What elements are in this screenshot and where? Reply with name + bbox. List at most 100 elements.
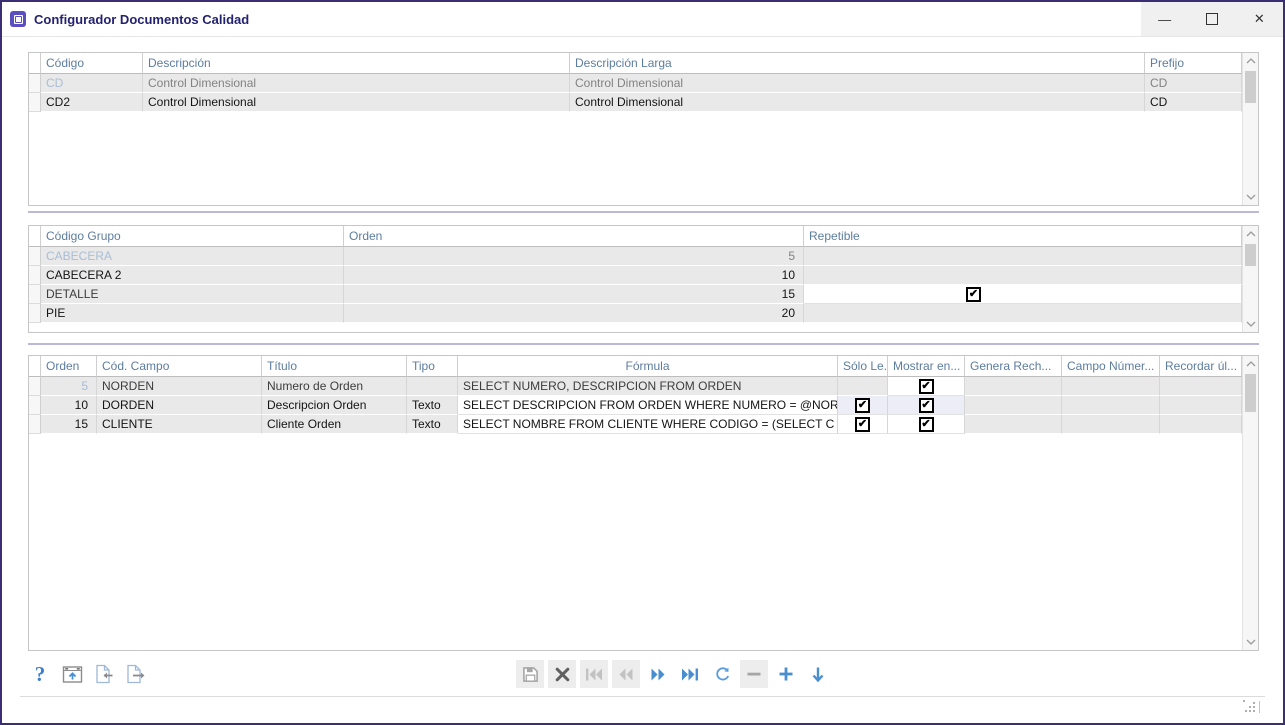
resize-grip[interactable] [1243,700,1257,714]
record-selector[interactable] [29,93,41,112]
cell-titulo[interactable]: Descripcion Orden [262,396,407,415]
cell-formula[interactable]: SELECT NUMERO, DESCRIPCION FROM ORDEN [458,377,838,396]
refresh-button[interactable] [708,660,736,688]
cell-recordar-ultimo[interactable] [1160,377,1242,396]
table-row[interactable]: 15 CLIENTE Cliente Orden Texto SELECT NO… [29,415,1242,434]
save-button[interactable] [516,660,544,688]
table-row[interactable]: CD Control Dimensional Control Dimension… [29,74,1242,93]
checkbox[interactable] [855,398,870,413]
close-button[interactable]: ✕ [1236,2,1283,36]
cell-formula[interactable]: SELECT NOMBRE FROM CLIENTE WHERE CODIGO … [458,415,838,434]
cell-orden[interactable]: 10 [344,266,804,285]
cell-campo-numero[interactable] [1062,396,1160,415]
column-header-prefijo[interactable]: Prefijo [1145,53,1242,74]
vertical-scrollbar[interactable] [1242,226,1258,332]
cell-codigo-grupo[interactable]: DETALLE [41,285,344,304]
move-down-button[interactable] [804,660,832,688]
column-header-titulo[interactable]: Título [262,356,407,377]
record-selector[interactable] [29,396,41,415]
checkbox[interactable] [919,398,934,413]
cell-campo-numero[interactable] [1062,415,1160,434]
column-header-formula[interactable]: Fórmula [458,356,838,377]
cell-recordar-ultimo[interactable] [1160,396,1242,415]
column-header-orden[interactable]: Orden [41,356,97,377]
cell-prefijo[interactable]: CD [1145,93,1242,112]
cell-descripcion[interactable]: Control Dimensional [143,74,570,93]
cell-mostrar-en[interactable] [888,396,965,415]
remove-row-button[interactable] [740,660,768,688]
cell-repetible[interactable] [804,304,1242,323]
cell-repetible[interactable] [804,266,1242,285]
cell-repetible[interactable] [804,285,1242,304]
cell-campo-numero[interactable] [1062,377,1160,396]
cell-cod-campo[interactable]: NORDEN [97,377,262,396]
cell-genera-rechazo[interactable] [965,415,1062,434]
scroll-up-icon[interactable] [1243,356,1258,372]
cell-tipo[interactable]: Texto [407,396,458,415]
checkbox[interactable] [855,417,870,432]
table-row[interactable]: CABECERA 5 [29,247,1242,266]
cell-mostrar-en[interactable] [888,377,965,396]
record-selector[interactable] [29,266,41,285]
cell-cod-campo[interactable]: CLIENTE [97,415,262,434]
record-selector[interactable] [29,415,41,434]
column-header-descripcion-larga[interactable]: Descripción Larga [570,53,1145,74]
cell-mostrar-en[interactable] [888,415,965,434]
scroll-down-icon[interactable] [1243,634,1258,650]
column-header-genera-rechazo[interactable]: Genera Rech... [965,356,1062,377]
cell-orden[interactable]: 20 [344,304,804,323]
table-row[interactable]: PIE 20 [29,304,1242,323]
table-row[interactable]: 10 DORDEN Descripcion Orden Texto SELECT… [29,396,1242,415]
delete-button[interactable] [548,660,576,688]
column-header-orden[interactable]: Orden [344,226,804,247]
cell-titulo[interactable]: Numero de Orden [262,377,407,396]
vertical-scrollbar[interactable] [1242,356,1258,650]
document-import-button[interactable] [90,660,118,688]
column-header-mostrar-en[interactable]: Mostrar en... [888,356,965,377]
column-header-codigo-grupo[interactable]: Código Grupo [41,226,344,247]
cell-tipo[interactable]: Texto [407,415,458,434]
column-header-repetible[interactable]: Repetible [804,226,1242,247]
help-button[interactable]: ? [26,660,54,688]
cell-descripcion-larga[interactable]: Control Dimensional [570,74,1145,93]
next-record-button[interactable] [644,660,672,688]
minimize-button[interactable]: — [1141,2,1188,36]
cell-codigo[interactable]: CD [41,74,143,93]
scrollbar-thumb[interactable] [1245,374,1256,412]
cell-genera-rechazo[interactable] [965,396,1062,415]
cell-cod-campo[interactable]: DORDEN [97,396,262,415]
scroll-up-icon[interactable] [1243,53,1258,69]
column-header-cod-campo[interactable]: Cód. Campo [97,356,262,377]
first-record-button[interactable] [580,660,608,688]
cell-orden[interactable]: 15 [41,415,97,434]
scroll-down-icon[interactable] [1243,189,1258,205]
cell-codigo[interactable]: CD2 [41,93,143,112]
record-selector[interactable] [29,285,41,304]
record-selector[interactable] [29,304,41,323]
table-row[interactable]: CABECERA 2 10 [29,266,1242,285]
cell-solo-lectura[interactable] [838,415,888,434]
cell-descripcion[interactable]: Control Dimensional [143,93,570,112]
cell-orden[interactable]: 5 [344,247,804,266]
cell-titulo[interactable]: Cliente Orden [262,415,407,434]
column-header-recordar-ultimo[interactable]: Recordar úl... [1160,356,1242,377]
table-row[interactable]: DETALLE 15 [29,285,1242,304]
cell-recordar-ultimo[interactable] [1160,415,1242,434]
document-export-button[interactable] [122,660,150,688]
record-selector[interactable] [29,247,41,266]
cell-codigo-grupo[interactable]: PIE [41,304,344,323]
cell-genera-rechazo[interactable] [965,377,1062,396]
cell-orden[interactable]: 10 [41,396,97,415]
cell-solo-lectura[interactable] [838,377,888,396]
column-header-solo-lectura[interactable]: Sólo Le... [838,356,888,377]
cell-codigo-grupo[interactable]: CABECERA 2 [41,266,344,285]
scroll-down-icon[interactable] [1243,316,1258,332]
add-row-button[interactable] [772,660,800,688]
cell-formula[interactable]: SELECT DESCRIPCION FROM ORDEN WHERE NUME… [458,396,838,415]
checkbox[interactable] [919,379,934,394]
last-record-button[interactable] [676,660,704,688]
table-row[interactable]: 5 NORDEN Numero de Orden SELECT NUMERO, … [29,377,1242,396]
cell-descripcion-larga[interactable]: Control Dimensional [570,93,1145,112]
scroll-up-icon[interactable] [1243,226,1258,242]
record-selector[interactable] [29,377,41,396]
